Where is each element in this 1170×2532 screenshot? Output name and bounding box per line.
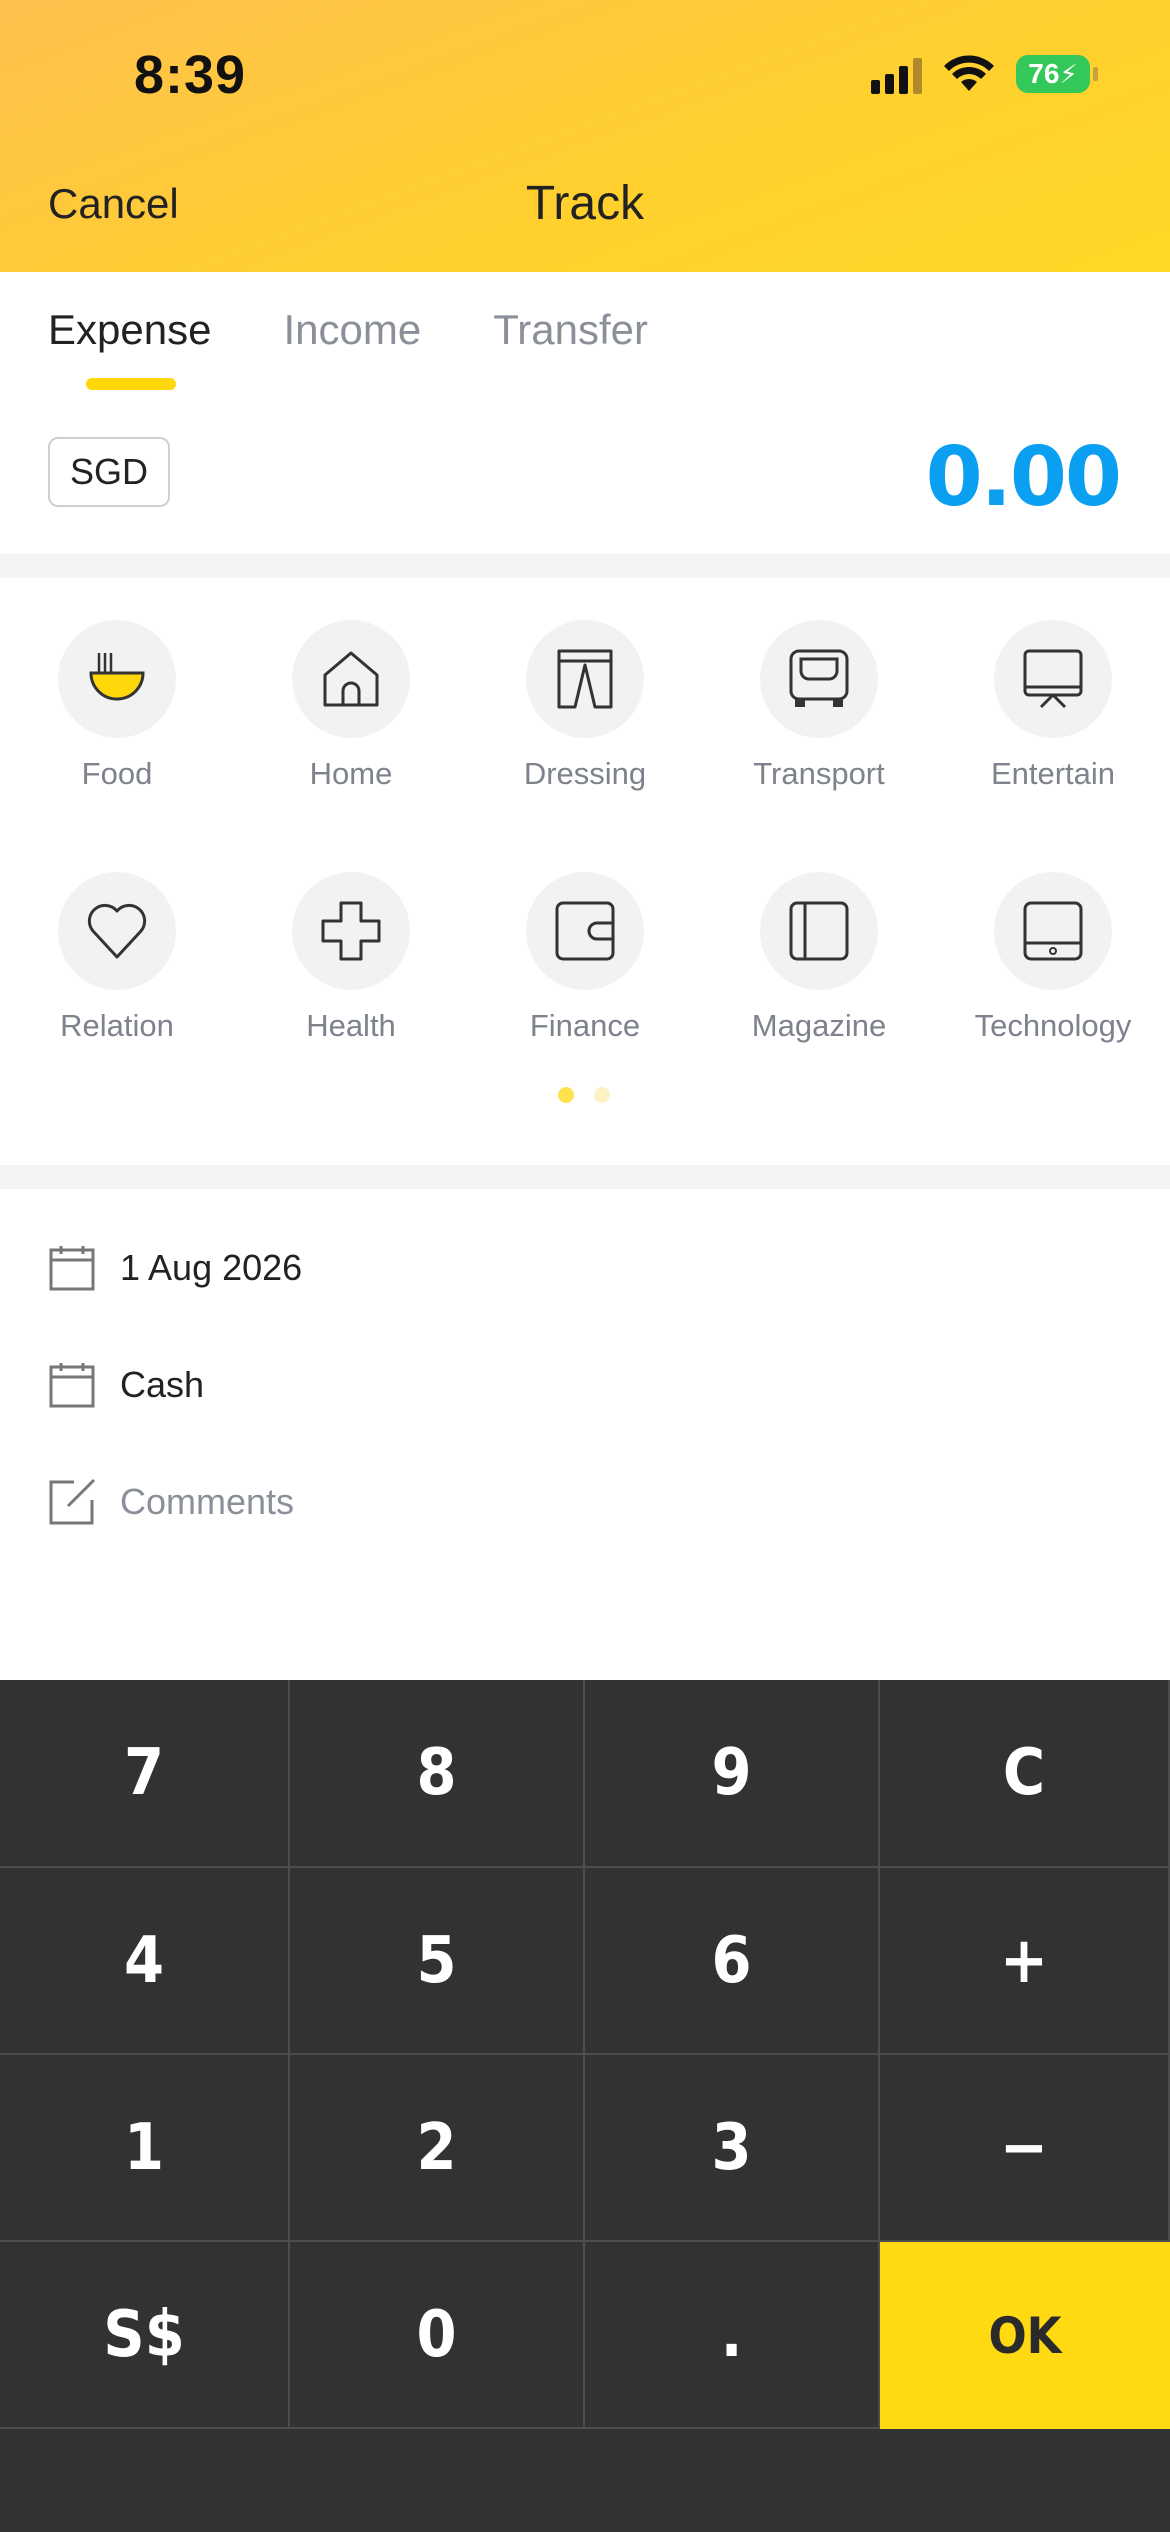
key-8[interactable]: 8 xyxy=(290,1680,585,1868)
section-divider xyxy=(0,554,1170,578)
ok-button[interactable]: OK xyxy=(880,2242,1170,2429)
currency-selector[interactable]: SGD xyxy=(48,437,170,507)
header: 8:39 76 ⚡ Cancel Track xyxy=(0,0,1170,272)
heart-icon xyxy=(58,872,176,990)
key-0[interactable]: 0 xyxy=(290,2242,585,2429)
page-title: Track xyxy=(525,177,645,230)
key-7[interactable]: 7 xyxy=(0,1680,290,1868)
wallet-icon xyxy=(526,872,644,990)
category-label: Technology xyxy=(974,1008,1132,1043)
home-icon xyxy=(292,620,410,738)
category-entertain[interactable]: Entertain xyxy=(936,620,1170,792)
key-currency[interactable]: S$ xyxy=(0,2242,290,2429)
category-label: Home xyxy=(309,756,393,791)
tab-income[interactable]: Income xyxy=(283,306,421,354)
category-food[interactable]: Food xyxy=(0,620,234,792)
category-home[interactable]: Home xyxy=(234,620,468,792)
monitor-icon xyxy=(994,620,1112,738)
category-label: Finance xyxy=(529,1008,641,1043)
key-minus[interactable]: − xyxy=(880,2055,1170,2242)
cellular-signal-icon xyxy=(871,54,922,94)
edit-icon xyxy=(49,1478,96,1525)
comments-row[interactable]: Comments xyxy=(48,1478,294,1526)
battery-level: 76 xyxy=(1028,58,1060,89)
status-icons: 76 ⚡ xyxy=(871,54,1098,94)
category-health[interactable]: Health xyxy=(234,872,468,1044)
calendar-icon xyxy=(49,1246,95,1291)
category-label: Entertain xyxy=(990,756,1116,791)
status-time: 8:39 xyxy=(134,45,247,105)
tab-expense[interactable]: Expense xyxy=(48,306,211,354)
account-row[interactable]: Cash xyxy=(48,1361,204,1409)
page-indicator xyxy=(558,1087,610,1103)
cross-icon xyxy=(292,872,410,990)
category-transport[interactable]: Transport xyxy=(702,620,936,792)
key-3[interactable]: 3 xyxy=(585,2055,880,2242)
calendar-icon xyxy=(49,1363,95,1408)
category-relation[interactable]: Relation xyxy=(0,872,234,1044)
key-6[interactable]: 6 xyxy=(585,1868,880,2055)
category-magazine[interactable]: Magazine xyxy=(702,872,936,1044)
page-dot-active[interactable] xyxy=(558,1087,574,1103)
food-bowl-icon xyxy=(58,620,176,738)
category-label: Health xyxy=(306,1008,396,1043)
date-value: 1 Aug 2026 xyxy=(120,1247,303,1288)
battery-icon: 76 ⚡ xyxy=(1016,55,1098,93)
comments-input[interactable]: Comments xyxy=(120,1481,294,1523)
category-label: Food xyxy=(81,756,153,791)
key-decimal[interactable]: . xyxy=(585,2242,880,2429)
tablet-icon xyxy=(994,872,1112,990)
section-divider xyxy=(0,1165,1170,1189)
date-row[interactable]: 1 Aug 2026 xyxy=(48,1244,302,1292)
key-1[interactable]: 1 xyxy=(0,2055,290,2242)
account-value: Cash xyxy=(120,1364,205,1405)
type-tabs: Expense Income Transfer xyxy=(48,306,648,354)
category-finance[interactable]: Finance xyxy=(468,872,702,1044)
bus-icon xyxy=(760,620,878,738)
book-icon xyxy=(760,872,878,990)
key-4[interactable]: 4 xyxy=(0,1868,290,2055)
key-5[interactable]: 5 xyxy=(290,1868,585,2055)
page-dot[interactable] xyxy=(594,1087,610,1103)
amount-display: 0.00 xyxy=(925,430,1122,525)
number-keypad: 7 8 9 C 4 5 6 + 1 2 3 − S$ 0 . OK xyxy=(0,1680,1170,2532)
key-clear[interactable]: C xyxy=(880,1680,1170,1868)
tab-transfer[interactable]: Transfer xyxy=(493,306,648,354)
active-tab-indicator xyxy=(86,378,176,390)
wifi-icon xyxy=(944,55,994,91)
pants-icon xyxy=(526,620,644,738)
category-dressing[interactable]: Dressing xyxy=(468,620,702,792)
category-label: Dressing xyxy=(523,756,647,791)
category-label: Relation xyxy=(60,1008,174,1043)
key-9[interactable]: 9 xyxy=(585,1680,880,1868)
key-2[interactable]: 2 xyxy=(290,2055,585,2242)
category-technology[interactable]: Technology xyxy=(936,872,1170,1044)
category-label: Transport xyxy=(753,756,885,791)
category-label: Magazine xyxy=(751,1008,887,1043)
key-plus[interactable]: + xyxy=(880,1868,1170,2055)
